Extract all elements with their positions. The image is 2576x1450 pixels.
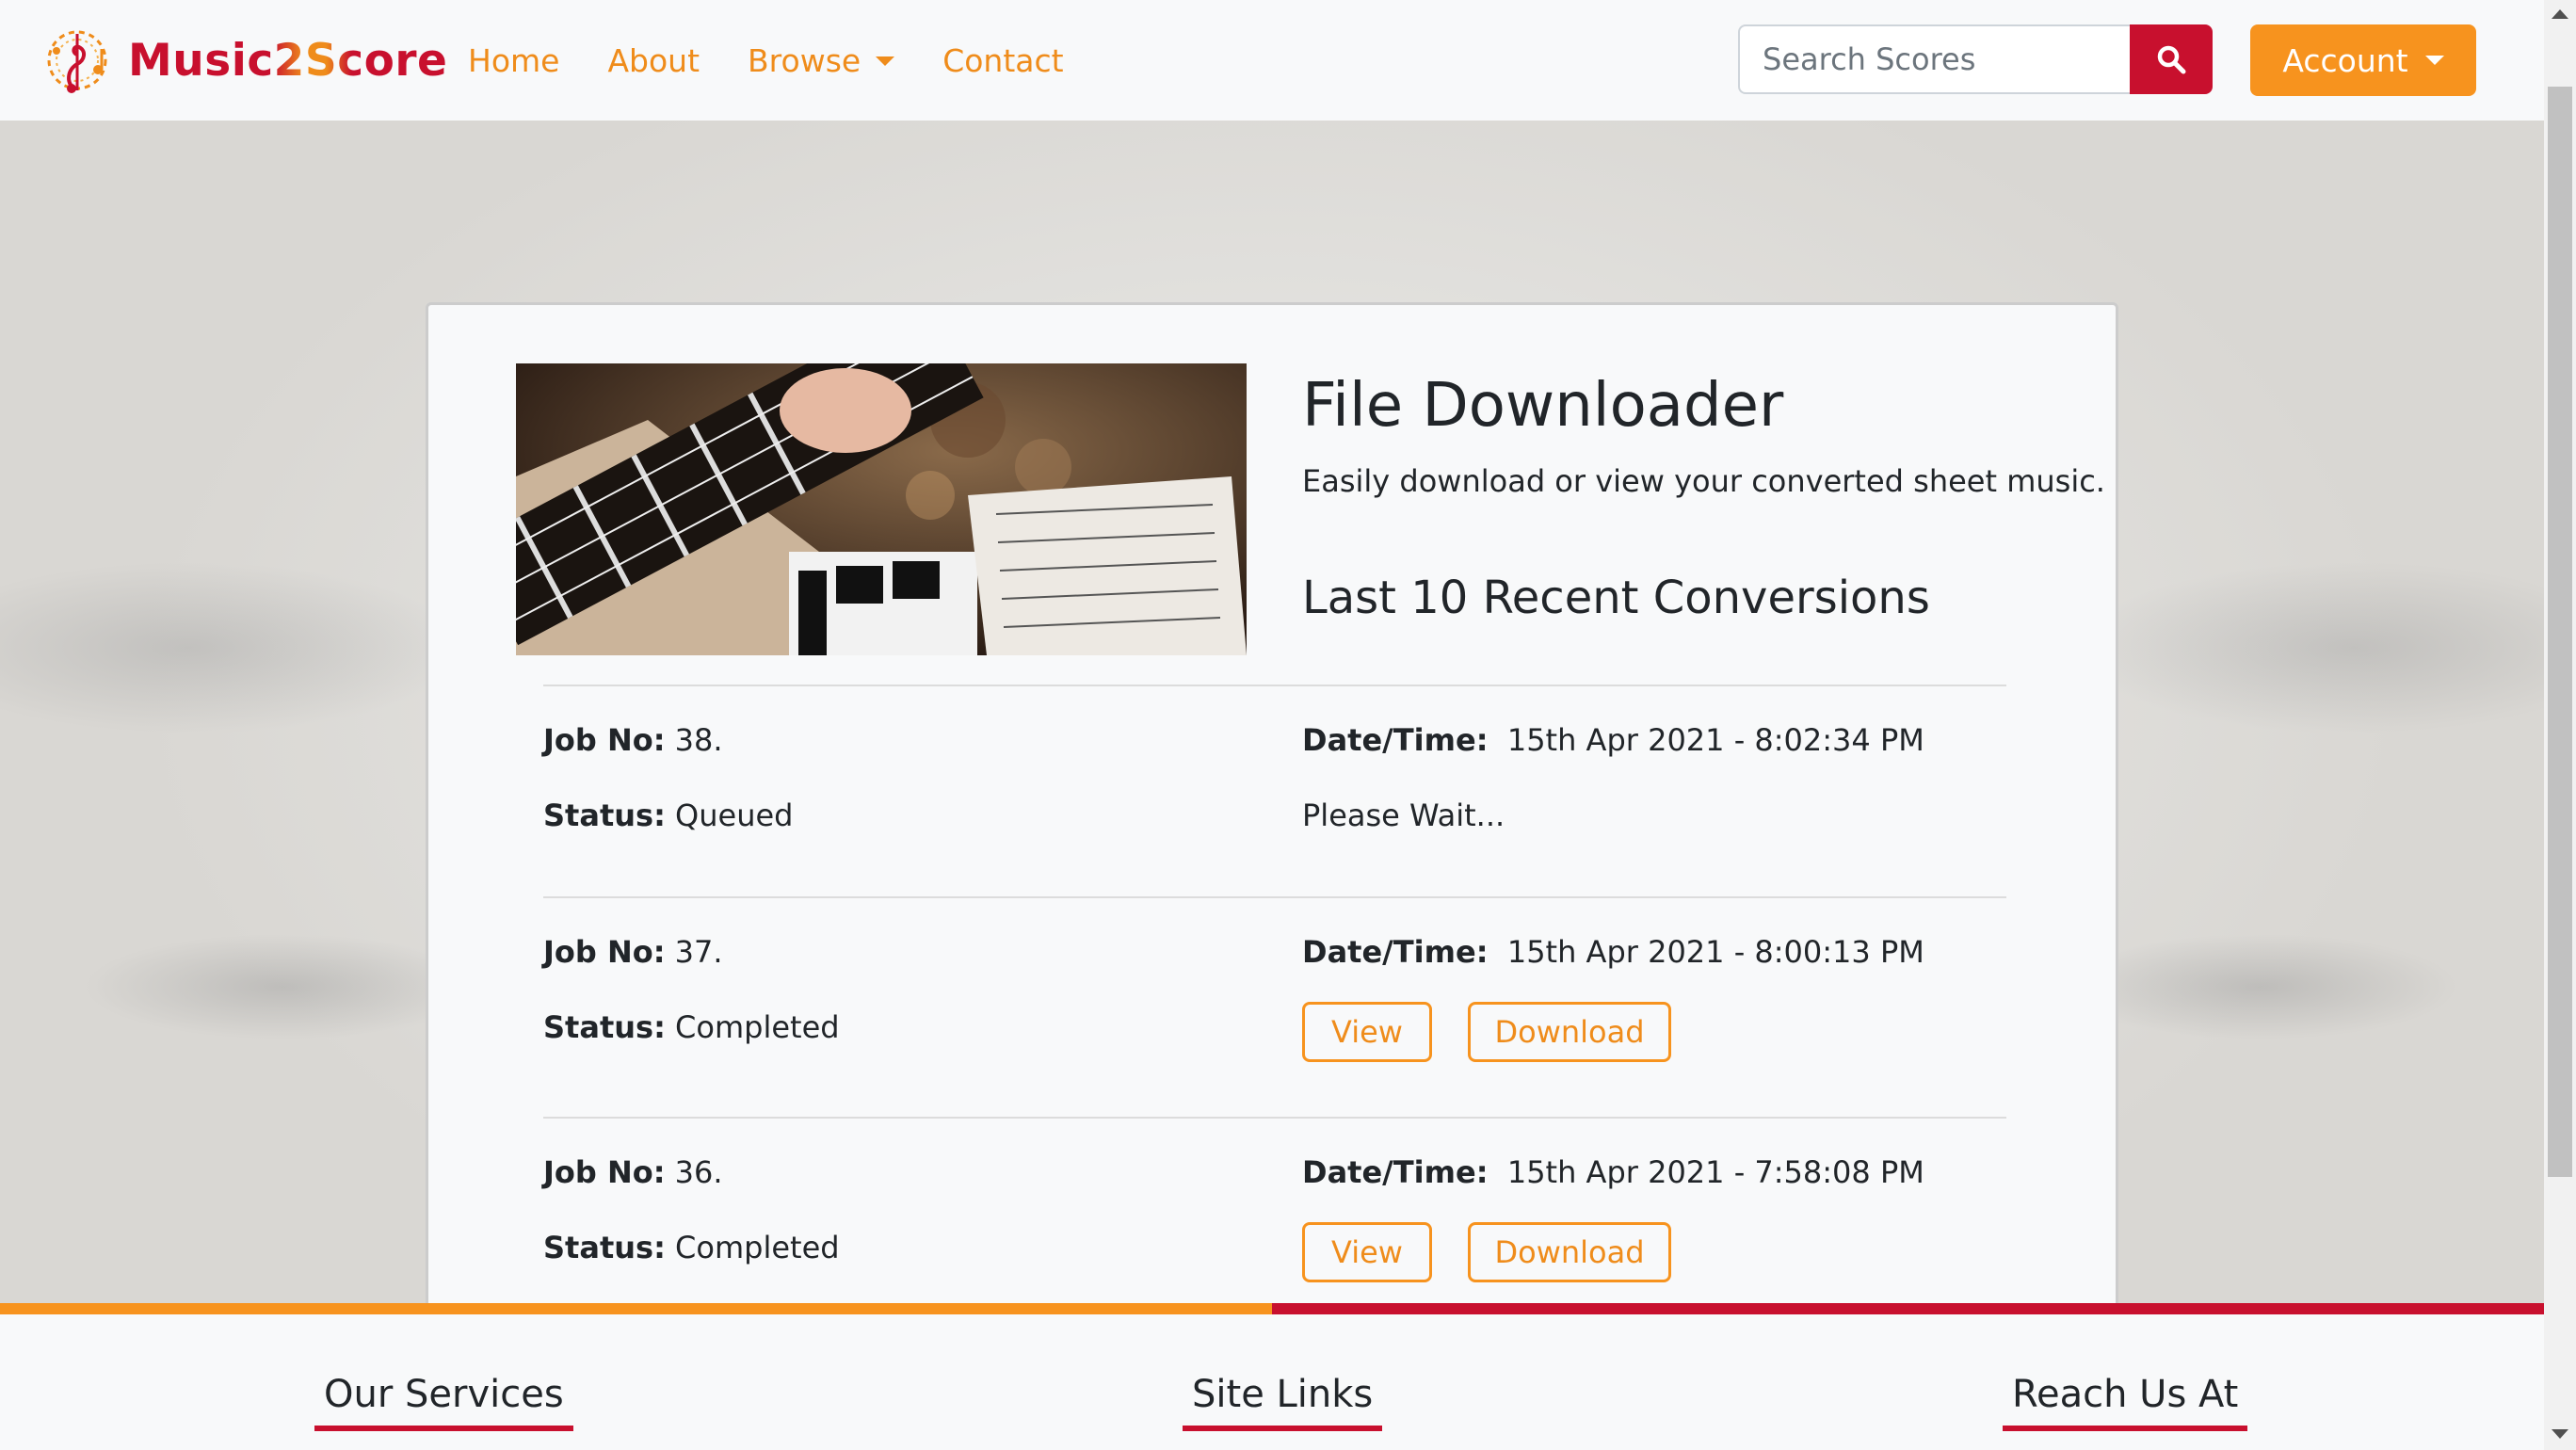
nav-about[interactable]: About [607,38,700,85]
download-button[interactable]: Download [1468,1222,1671,1282]
footer: Our Services Site Links Reach Us At [0,1314,2544,1450]
job-datetime: Date/Time: 15th Apr 2021 - 7:58:08 PM [1302,1154,1924,1190]
footer-stripe-orange [0,1303,1272,1314]
search-button[interactable] [2130,24,2213,94]
nav-menu: Home About Browse Contact [468,38,1112,85]
footer-heading-site-links: Site Links [1183,1373,1383,1431]
scroll-up-arrow-icon[interactable] [2552,9,2568,19]
job-status: Status: Completed [543,1230,840,1265]
nav-home[interactable]: Home [468,38,559,85]
download-button[interactable]: Download [1468,1002,1671,1062]
section-title: Last 10 Recent Conversions [1302,572,1930,624]
nav-browse-dropdown[interactable]: Browse [748,38,895,85]
view-button[interactable]: View [1302,1222,1432,1282]
scrollbar-thumb[interactable] [2548,87,2572,1177]
job-datetime: Date/Time: 15th Apr 2021 - 8:02:34 PM [1302,722,1924,758]
job-wait-note: Please Wait... [1302,798,1505,833]
guitar-piano-image [516,363,1247,655]
search-icon [2157,45,2186,74]
music-note-logo-icon [47,30,107,93]
job-number: Job No: 36. [543,1154,723,1190]
job-number: Job No: 37. [543,934,723,970]
account-dropdown-button[interactable]: Account [2250,24,2476,96]
job-status: Status: Completed [543,1009,840,1045]
footer-stripe-red [1272,1303,2544,1314]
job-row: Job No: 37. Status: Completed Date/Time:… [543,896,2006,1119]
view-button[interactable]: View [1302,1002,1432,1062]
page-subtitle: Easily download or view your converted s… [1302,463,2105,499]
nav-contact[interactable]: Contact [942,38,1063,85]
scroll-down-arrow-icon[interactable] [2552,1429,2568,1439]
job-status: Status: Queued [543,798,794,833]
page-title: File Downloader [1302,371,1784,441]
job-row: Job No: 38. Status: Queued Date/Time: 15… [543,685,2006,898]
caret-down-icon [2424,56,2444,65]
account-label: Account [2282,41,2408,79]
navbar: Music2Score Home About Browse Contact Ac… [0,0,2544,121]
nav-browse-label: Browse [748,42,861,79]
search-input[interactable] [1738,24,2130,94]
caret-down-icon [876,56,895,66]
brand-name: Music2Score [128,34,448,87]
footer-heading-reach-us: Reach Us At [2003,1373,2248,1431]
job-number: Job No: 38. [543,722,723,758]
job-datetime: Date/Time: 15th Apr 2021 - 8:00:13 PM [1302,934,1924,970]
page-background: File Downloader Easily download or view … [0,121,2544,1366]
downloader-card: File Downloader Easily download or view … [426,302,2118,1366]
footer-heading-services: Our Services [314,1373,573,1431]
brand-logo-link[interactable]: Music2Score [40,23,447,98]
job-row: Job No: 36. Status: Completed Date/Time:… [543,1117,2006,1307]
